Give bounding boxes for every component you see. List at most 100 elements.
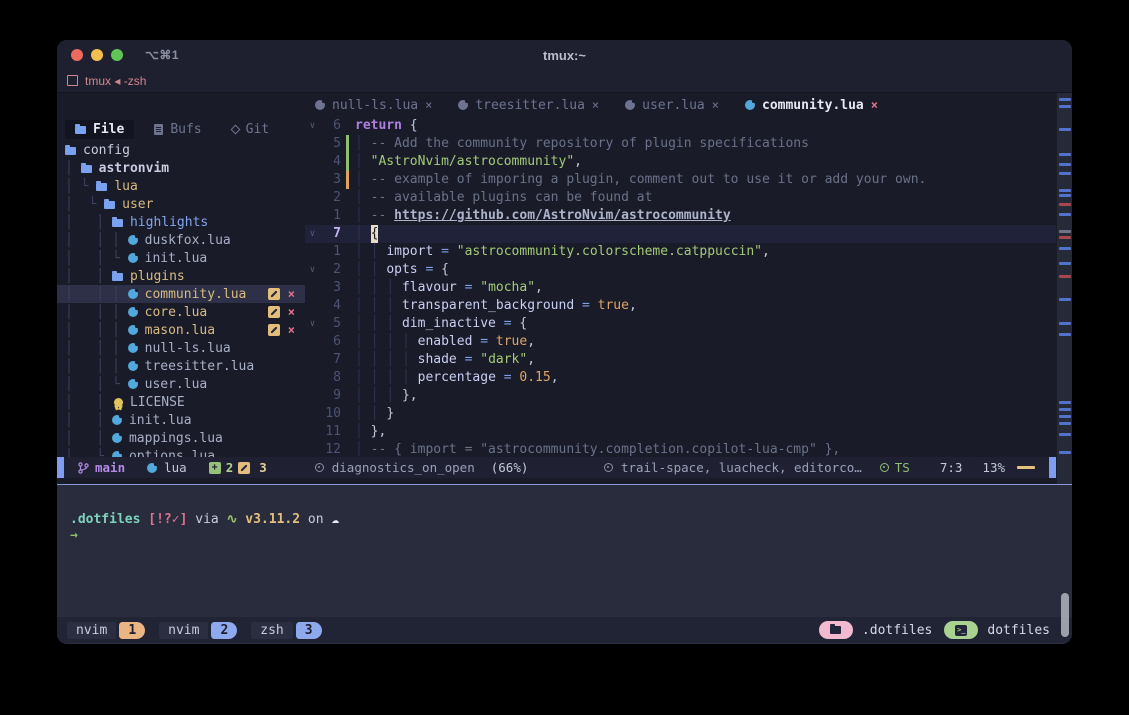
- code-line[interactable]: 1│ │ import = "astrocommunity.colorschem…: [305, 243, 1072, 261]
- fold-chevron-icon[interactable]: ∨: [305, 261, 320, 279]
- tree-item-label: mappings.lua: [129, 431, 223, 446]
- code-line[interactable]: 7│ │ │ │ shade = "dark",: [305, 351, 1072, 369]
- code-line[interactable]: ∨2│ │ opts = {: [305, 261, 1072, 279]
- code-token: │: [355, 333, 371, 351]
- code-line[interactable]: 3│ │ │ flavour = "mocha",: [305, 279, 1072, 297]
- git-branch[interactable]: main: [78, 460, 125, 475]
- close-icon[interactable]: ×: [288, 287, 295, 301]
- code-line[interactable]: 5│ -- Add the community repository of pl…: [305, 135, 1072, 153]
- code-token: =: [433, 243, 456, 261]
- tree-item-label: config: [83, 143, 130, 158]
- sidebar-tab-bufs[interactable]: Bufs: [144, 120, 211, 139]
- git-sign-chg: [346, 171, 355, 189]
- code-line[interactable]: 3│ -- example of imporing a plugin, comm…: [305, 171, 1072, 189]
- tree-item-core.lua[interactable]: │ │ │ core.lua×: [57, 303, 305, 321]
- tree-item-mappings.lua[interactable]: │ │ mappings.lua: [57, 429, 305, 447]
- session-label: .dotfiles: [862, 623, 932, 638]
- folder-icon: [81, 165, 92, 173]
- line-number: 2: [320, 189, 346, 207]
- tmux-window-2[interactable]: nvim2: [159, 622, 237, 639]
- tree-item-badges: ×: [268, 287, 295, 301]
- code-token: │: [371, 297, 387, 315]
- tmux-window-3[interactable]: zsh3: [251, 622, 321, 639]
- minimap-mark: [1059, 451, 1071, 454]
- git-changed-count: 3: [259, 460, 267, 475]
- python-version: v3.11.2: [245, 512, 300, 527]
- code-line[interactable]: 8│ │ │ │ percentage = 0.15,: [305, 369, 1072, 387]
- url-link[interactable]: https://github.com/AstroNvim/astrocommun…: [394, 207, 731, 225]
- close-icon[interactable]: ×: [871, 98, 878, 112]
- code-line[interactable]: 6│ │ │ │ enabled = true,: [305, 333, 1072, 351]
- tree-item-init.lua[interactable]: │ │ └ init.lua: [57, 249, 305, 267]
- code-token: │: [371, 333, 387, 351]
- tree-item-astronvim[interactable]: │ astronvim: [57, 159, 305, 177]
- tree-item-null-ls.lua[interactable]: │ │ │ null-ls.lua: [57, 339, 305, 357]
- code-line[interactable]: 2│ -- available plugins can be found at: [305, 189, 1072, 207]
- lua-icon: [745, 100, 755, 110]
- close-icon[interactable]: ×: [592, 98, 599, 112]
- code-line[interactable]: 12│ -- { import = "astrocommunity.comple…: [305, 441, 1072, 457]
- tree-item-LICENSE[interactable]: │ │ LICENSE: [57, 393, 305, 411]
- close-icon[interactable]: ×: [288, 323, 295, 337]
- fold-column: [305, 405, 320, 423]
- line-number: 11: [320, 423, 346, 441]
- code-line[interactable]: ∨5│ │ │ dim_inactive = {: [305, 315, 1072, 333]
- sidebar-tab-file[interactable]: File: [65, 120, 134, 139]
- code-line[interactable]: 10│ │ }: [305, 405, 1072, 423]
- code-line[interactable]: 4│ │ │ transparent_background = true,: [305, 297, 1072, 315]
- tree-item-community.lua[interactable]: │ │ │ community.lua×: [57, 285, 305, 303]
- terminal-tab-label[interactable]: tmux ◂ -zsh: [85, 74, 146, 88]
- terminal-icon: >_: [955, 625, 967, 636]
- code-editor[interactable]: ∨6return {5│ -- Add the community reposi…: [305, 117, 1072, 457]
- code-token: │: [355, 243, 371, 261]
- buffer-tab-treesitter.lua[interactable]: treesitter.lua×: [458, 98, 599, 113]
- tree-item-mason.lua[interactable]: │ │ │ mason.lua×: [57, 321, 305, 339]
- close-icon[interactable]: ×: [288, 305, 295, 319]
- fold-chevron-icon[interactable]: ∨: [305, 225, 320, 243]
- titlebar: ⌥⌘1 tmux:~: [57, 40, 1072, 70]
- terminal-scrollbar-thumb[interactable]: [1061, 593, 1069, 637]
- modified-icon: [268, 306, 280, 318]
- minimap-mark: [1059, 275, 1071, 278]
- tree-item-lua[interactable]: │ └ lua: [57, 177, 305, 195]
- code-line[interactable]: 11│ },: [305, 423, 1072, 441]
- code-line[interactable]: 9│ │ │ },: [305, 387, 1072, 405]
- shell-pane[interactable]: .dotfiles [!?✓] via ∿ v3.11.2 on ☁ →: [57, 485, 1072, 617]
- tree-guides: │ │ │: [65, 305, 128, 320]
- tree-item-user[interactable]: │ └ user: [57, 195, 305, 213]
- code-line[interactable]: ∨6return {: [305, 117, 1072, 135]
- buffer-tab-user.lua[interactable]: user.lua×: [625, 98, 719, 113]
- tree-item-highlights[interactable]: │ │ highlights: [57, 213, 305, 231]
- tree-item-plugins[interactable]: │ │ plugins: [57, 267, 305, 285]
- tree-item-options.lua[interactable]: │ └ options.lua: [57, 447, 305, 457]
- fold-chevron-icon[interactable]: ∨: [305, 315, 320, 333]
- sign-column: [346, 423, 355, 441]
- buffer-tab-community.lua[interactable]: community.lua×: [745, 98, 878, 113]
- minimap-mark: [1059, 172, 1071, 175]
- session-folder-pill[interactable]: [819, 621, 853, 639]
- line-number: 4: [320, 153, 346, 171]
- tree-item-duskfox.lua[interactable]: │ │ │ duskfox.lua: [57, 231, 305, 249]
- minimap-scrollbar[interactable]: [1056, 93, 1072, 484]
- sidebar-tab-git[interactable]: Git: [222, 120, 279, 139]
- code-token: true: [598, 297, 629, 315]
- tree-item-user.lua[interactable]: │ │ └ user.lua: [57, 375, 305, 393]
- tree-item-treesitter.lua[interactable]: │ │ │ treesitter.lua: [57, 357, 305, 375]
- close-icon[interactable]: ×: [425, 98, 432, 112]
- lsp-status: diagnostics_on_open (66%): [315, 460, 529, 475]
- code-line[interactable]: ∨7│ {: [305, 225, 1072, 243]
- tree-item-config[interactable]: config: [57, 141, 305, 159]
- session-terminal-pill[interactable]: >_: [944, 621, 978, 639]
- line-number: 4: [320, 297, 346, 315]
- tmux-window-number: 1: [119, 622, 145, 639]
- code-token: │: [371, 405, 387, 423]
- fold-chevron-icon[interactable]: ∨: [305, 117, 320, 135]
- buffer-tab-null-ls.lua[interactable]: null-ls.lua×: [315, 98, 432, 113]
- tree-item-init.lua[interactable]: │ │ init.lua: [57, 411, 305, 429]
- code-line[interactable]: 1│ -- https://github.com/AstroNvim/astro…: [305, 207, 1072, 225]
- code-token: =: [496, 369, 519, 387]
- minimap-mark: [1059, 262, 1071, 265]
- code-line[interactable]: 4│ "AstroNvim/astrocommunity",: [305, 153, 1072, 171]
- close-icon[interactable]: ×: [712, 98, 719, 112]
- tmux-window-1[interactable]: nvim1: [67, 622, 145, 639]
